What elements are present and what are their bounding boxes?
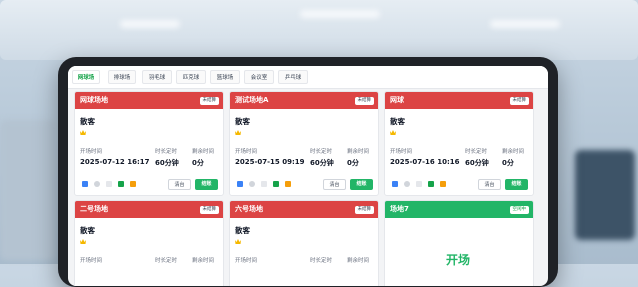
customer-name: 散客 bbox=[390, 117, 405, 126]
venue-card[interactable]: 六号场地 未结算 散客 开场时间 时长定时 剩余时间 bbox=[229, 200, 379, 286]
duration-value: 60分钟 bbox=[155, 159, 179, 167]
venue-card[interactable]: 二号场地 未结算 散客 开场时间 时长定时 剩余时间 bbox=[74, 200, 224, 286]
status-badge: 未结算 bbox=[509, 97, 529, 105]
app-screen: 网球场 排球场 羽毛球 匹克球 篮球场 会议室 乒乓球 网球场地 未结算 散客 … bbox=[68, 66, 548, 286]
start-time-value: 2025-07-12 16:17 bbox=[80, 158, 150, 166]
pause-icon[interactable] bbox=[416, 181, 422, 187]
transfer-icon[interactable] bbox=[130, 181, 136, 187]
customer-name: 散客 bbox=[80, 226, 95, 235]
tab-basketball[interactable]: 篮球场 bbox=[210, 70, 240, 84]
venue-card[interactable]: 场地7 空闲中 开场 bbox=[384, 200, 534, 286]
card-header: 测试场地A 未结算 bbox=[230, 92, 378, 109]
background-light-4 bbox=[490, 20, 560, 28]
menu-icon[interactable] bbox=[82, 181, 88, 187]
menu-icon[interactable] bbox=[392, 181, 398, 187]
venue-title: 网球场地 bbox=[80, 96, 108, 104]
store-icon[interactable] bbox=[118, 181, 124, 187]
start-time-value: 2025-07-15 09:19 bbox=[235, 158, 305, 166]
tab-tennis[interactable]: 网球场 bbox=[72, 70, 100, 84]
venue-title: 测试场地A bbox=[235, 96, 269, 104]
card-header: 场地7 空闲中 bbox=[385, 201, 533, 218]
tab-pickleball[interactable]: 匹克球 bbox=[176, 70, 206, 84]
remaining-label: 剩余时间 bbox=[347, 258, 370, 264]
duration-value: 60分钟 bbox=[310, 159, 334, 167]
status-badge: 未结算 bbox=[354, 206, 374, 214]
card-header: 六号场地 未结算 bbox=[230, 201, 378, 218]
pause-icon[interactable] bbox=[261, 181, 267, 187]
card-header: 网球场地 未结算 bbox=[75, 92, 223, 109]
remaining-label: 剩余时间 bbox=[192, 258, 215, 264]
clear-table-button[interactable]: 清台 bbox=[478, 179, 501, 190]
remaining-value: 0分 bbox=[502, 159, 514, 167]
venue-card[interactable]: 网球 未结算 散客 开场时间 时长定时 剩余时间 2025-07-16 10:1… bbox=[384, 91, 534, 196]
duration-label: 时长定时 bbox=[465, 149, 488, 155]
open-venue-button[interactable]: 开场 bbox=[446, 251, 470, 268]
duration-label: 时长定时 bbox=[155, 149, 178, 155]
clear-table-button[interactable]: 清台 bbox=[323, 179, 346, 190]
start-time-label: 开场时间 bbox=[80, 258, 103, 264]
menu-icon[interactable] bbox=[237, 181, 243, 187]
tab-meeting-room[interactable]: 会议室 bbox=[244, 70, 274, 84]
store-icon[interactable] bbox=[273, 181, 279, 187]
crown-icon bbox=[390, 130, 396, 135]
customer-name: 散客 bbox=[80, 117, 95, 126]
checkout-button[interactable]: 结账 bbox=[195, 179, 218, 190]
background-monitor bbox=[575, 150, 635, 240]
tab-badminton[interactable]: 羽毛球 bbox=[142, 70, 172, 84]
card-header: 网球 未结算 bbox=[385, 92, 533, 109]
card-header: 二号场地 未结算 bbox=[75, 201, 223, 218]
checkout-button[interactable]: 结账 bbox=[350, 179, 373, 190]
venue-title: 二号场地 bbox=[80, 205, 108, 213]
store-icon[interactable] bbox=[428, 181, 434, 187]
crown-icon bbox=[235, 130, 241, 135]
pause-icon[interactable] bbox=[106, 181, 112, 187]
duration-label: 时长定时 bbox=[310, 258, 333, 264]
status-badge: 空闲中 bbox=[509, 206, 529, 214]
tab-volleyball[interactable]: 排球场 bbox=[108, 70, 136, 84]
remaining-value: 0分 bbox=[347, 159, 359, 167]
add-icon[interactable] bbox=[94, 181, 100, 187]
background-panel bbox=[0, 120, 55, 260]
add-icon[interactable] bbox=[249, 181, 255, 187]
transfer-icon[interactable] bbox=[285, 181, 291, 187]
crown-icon bbox=[235, 239, 241, 244]
customer-name: 散客 bbox=[235, 226, 250, 235]
duration-label: 时长定时 bbox=[155, 258, 178, 264]
remaining-label: 剩余时间 bbox=[347, 149, 370, 155]
venue-title: 网球 bbox=[390, 96, 404, 104]
duration-value: 60分钟 bbox=[465, 159, 489, 167]
customer-name: 散客 bbox=[235, 117, 250, 126]
duration-label: 时长定时 bbox=[310, 149, 333, 155]
start-time-value: 2025-07-16 10:16 bbox=[390, 158, 460, 166]
start-time-label: 开场时间 bbox=[235, 149, 258, 155]
venue-title: 场地7 bbox=[390, 205, 409, 213]
transfer-icon[interactable] bbox=[440, 181, 446, 187]
crown-icon bbox=[80, 239, 86, 244]
start-time-label: 开场时间 bbox=[235, 258, 258, 264]
status-badge: 未结算 bbox=[199, 206, 219, 214]
tab-table-tennis[interactable]: 乒乓球 bbox=[278, 70, 308, 84]
venue-card[interactable]: 网球场地 未结算 散客 开场时间 时长定时 剩余时间 2025-07-12 16… bbox=[74, 91, 224, 196]
background-light-3 bbox=[300, 10, 380, 18]
venue-title: 六号场地 bbox=[235, 205, 263, 213]
background-light-2 bbox=[120, 20, 180, 28]
status-badge: 未结算 bbox=[199, 97, 219, 105]
add-icon[interactable] bbox=[404, 181, 410, 187]
crown-icon bbox=[80, 130, 86, 135]
clear-table-button[interactable]: 清台 bbox=[168, 179, 191, 190]
remaining-label: 剩余时间 bbox=[502, 149, 525, 155]
venue-card[interactable]: 测试场地A 未结算 散客 开场时间 时长定时 剩余时间 2025-07-15 0… bbox=[229, 91, 379, 196]
start-time-label: 开场时间 bbox=[390, 149, 413, 155]
remaining-value: 0分 bbox=[192, 159, 204, 167]
checkout-button[interactable]: 结账 bbox=[505, 179, 528, 190]
start-time-label: 开场时间 bbox=[80, 149, 103, 155]
background-light-1 bbox=[0, 0, 638, 60]
remaining-label: 剩余时间 bbox=[192, 149, 215, 155]
venue-tab-bar: 网球场 排球场 羽毛球 匹克球 篮球场 会议室 乒乓球 bbox=[68, 66, 548, 89]
status-badge: 未结算 bbox=[354, 97, 374, 105]
